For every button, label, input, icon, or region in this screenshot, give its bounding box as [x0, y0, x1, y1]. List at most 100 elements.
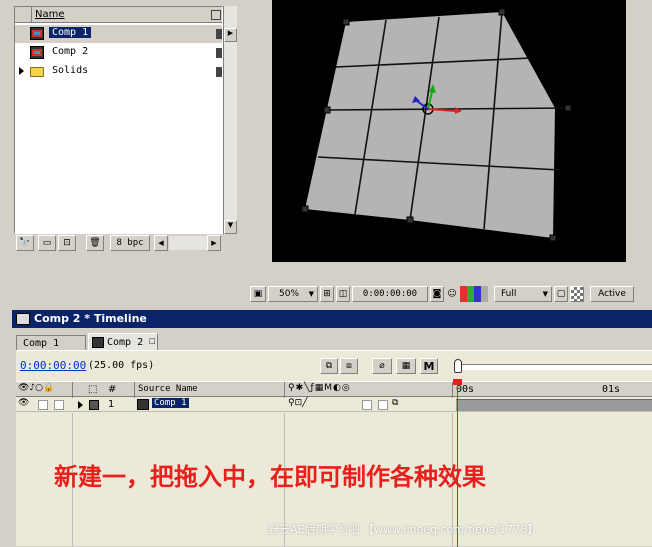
av-features-icons: 👁♪○🔒: [18, 383, 55, 393]
layer-duration-bar[interactable]: [456, 399, 652, 411]
ruler-start-label: 00s: [456, 384, 475, 395]
layer-mode-box[interactable]: [362, 400, 372, 410]
column-divider: [72, 382, 73, 398]
transparency-grid-icon[interactable]: [570, 286, 584, 302]
new-folder-icon[interactable]: ▭: [38, 235, 56, 251]
column-divider: [31, 7, 32, 23]
timeline-title: Comp 2 * Timeline: [34, 312, 147, 325]
expand-triangle-icon[interactable]: [78, 401, 83, 409]
layer-name[interactable]: Comp 1: [152, 398, 189, 408]
composition-icon: [92, 337, 104, 348]
viewer-canvas[interactable]: [272, 0, 626, 262]
zoom-value: 50%: [279, 289, 300, 299]
viewer-timecode[interactable]: 0:00:00:00: [352, 286, 428, 302]
label-chip: [216, 48, 222, 58]
parent-icon[interactable]: ⧉: [392, 398, 398, 408]
motion-blur-icon[interactable]: ⌀: [372, 358, 392, 374]
work-area-bar: [456, 364, 652, 370]
tab-close-icon[interactable]: □: [149, 337, 156, 345]
layer-number: 1: [108, 399, 115, 410]
eye-icon[interactable]: 👁: [18, 398, 29, 408]
label-column-icon[interactable]: ⬚: [88, 384, 97, 395]
grid-layer-svg: [301, 8, 572, 242]
camera-view-dropdown[interactable]: Active: [590, 286, 634, 302]
chevron-down-icon: ▼: [542, 290, 548, 298]
label-chip: [216, 67, 222, 77]
tutorial-caption: 新建一，把拖入中，在即可制作各种效果: [54, 462, 486, 491]
tab-label: Comp 2: [107, 337, 144, 348]
safe-zones-icon[interactable]: ⊞: [320, 286, 334, 302]
always-preview-icon[interactable]: ▣: [250, 286, 266, 302]
lock-checkbox[interactable]: [54, 400, 64, 410]
tab-comp-1[interactable]: Comp 1: [16, 335, 86, 351]
project-item-label: Comp 2: [52, 46, 89, 57]
switches-header-icons: ⚲✱╲ƒ▦M◐◎: [288, 383, 351, 393]
scroll-right-button[interactable]: ▶: [207, 235, 221, 251]
frame-blending-icon[interactable]: ▦: [396, 358, 416, 374]
project-scrollbar[interactable]: ▶ ▼: [223, 6, 237, 234]
ruler-mid-label: 01s: [602, 384, 621, 395]
navigator-start-handle[interactable]: [454, 359, 462, 373]
chevron-down-icon: ▼: [308, 290, 314, 298]
composition-viewer: ▣ 50% ▼ ⊞ ◫ 0:00:00:00 ◙ ☺ Full ▼ ▢ Acti…: [244, 0, 652, 304]
watermark: 野云AE后期学习吧 【www.lineeg.com/tieba/1775】: [268, 523, 539, 536]
channel-icon[interactable]: [460, 286, 488, 302]
zoom-dropdown[interactable]: 50% ▼: [268, 286, 318, 302]
trash-icon[interactable]: 🗑: [86, 235, 104, 251]
layer-mode-box[interactable]: [378, 400, 388, 410]
tab-label: Comp 1: [23, 338, 60, 349]
live-update-icon[interactable]: ⧈: [340, 358, 358, 374]
composition-icon: [30, 27, 44, 40]
camera-value: Active: [598, 289, 626, 299]
mode-button[interactable]: M: [420, 358, 438, 374]
scroll-left-button[interactable]: ◀: [154, 235, 168, 251]
timeline-title-bar[interactable]: Comp 2 * Timeline: [12, 310, 652, 328]
scroll-up-button[interactable]: ▶: [224, 28, 237, 42]
project-item-solids[interactable]: Solids: [15, 63, 222, 81]
resolution-value: Full: [501, 289, 517, 299]
timeline-panel: Comp 2 * Timeline Comp 1 Comp 2 □ 0:00:0…: [12, 310, 652, 547]
folder-icon: [30, 67, 44, 77]
horizontal-scroll-track[interactable]: [169, 236, 207, 250]
snapshot-icon[interactable]: ◙: [430, 286, 444, 302]
find-icon[interactable]: 🔭: [16, 235, 34, 251]
source-name-column-header[interactable]: Source Name: [138, 384, 198, 394]
project-item-label: Solids: [52, 65, 89, 76]
composition-icon: [137, 399, 149, 410]
time-navigator[interactable]: [454, 357, 652, 377]
fps-label: (25.00 fps): [88, 360, 155, 371]
project-item-comp2[interactable]: Comp 2: [15, 44, 222, 62]
expand-triangle-icon[interactable]: [19, 67, 24, 75]
mask-view-icon[interactable]: ◫: [336, 286, 350, 302]
region-of-interest-icon[interactable]: ▢: [554, 286, 568, 302]
project-toolbar: 🔭 ▭ ⊡ 🗑 8 bpc ◀ ▶: [14, 235, 237, 251]
scroll-down-button[interactable]: ▼: [224, 220, 237, 234]
tab-comp-2[interactable]: Comp 2 □: [88, 333, 158, 351]
resolution-dropdown[interactable]: Full ▼: [494, 286, 552, 302]
layer-label-color[interactable]: [89, 400, 99, 410]
composition-icon: [30, 46, 44, 59]
solo-checkbox[interactable]: [38, 400, 48, 410]
timeline-body: 0:00:00:00 (25.00 fps) ⧉ ⧈ ⌀ ▦ M 👁♪○🔒 ⬚ …: [16, 350, 652, 547]
flowchart-icon[interactable]: [211, 10, 221, 20]
timeline-window-icon: [16, 313, 30, 325]
project-panel: Name Comp 1 Comp 2 Solids ▶ ▼ 🔭 ▭ ⊡ 🗑 8 …: [0, 0, 240, 254]
new-comp-icon[interactable]: ⊡: [58, 235, 76, 251]
name-column-header[interactable]: Name: [35, 9, 65, 20]
project-item-comp1[interactable]: Comp 1: [15, 25, 222, 43]
project-list[interactable]: Name Comp 1 Comp 2 Solids: [14, 6, 223, 234]
layer-switches-icons[interactable]: ⚲⊡╱: [288, 398, 308, 408]
label-chip: [216, 29, 222, 39]
current-time-indicator-head[interactable]: [453, 379, 462, 385]
comp-flowchart-icon[interactable]: ⧉: [320, 358, 338, 374]
bpc-button[interactable]: 8 bpc: [110, 235, 150, 251]
column-divider: [134, 382, 135, 398]
layer-row[interactable]: 👁 1 Comp 1 ⚲⊡╱ ⧉: [16, 398, 652, 412]
column-divider: [284, 382, 285, 398]
number-column-header[interactable]: #: [108, 384, 116, 395]
current-time[interactable]: 0:00:00:00: [20, 359, 86, 372]
show-snapshot-icon[interactable]: ☺: [446, 286, 458, 302]
layer-column-header: 👁♪○🔒 ⬚ # Source Name ⚲✱╲ƒ▦M◐◎ 00s 01s: [16, 381, 652, 398]
project-item-label: Comp 1: [49, 27, 92, 38]
viewer-controls: ▣ 50% ▼ ⊞ ◫ 0:00:00:00 ◙ ☺ Full ▼ ▢ Acti…: [246, 286, 652, 302]
